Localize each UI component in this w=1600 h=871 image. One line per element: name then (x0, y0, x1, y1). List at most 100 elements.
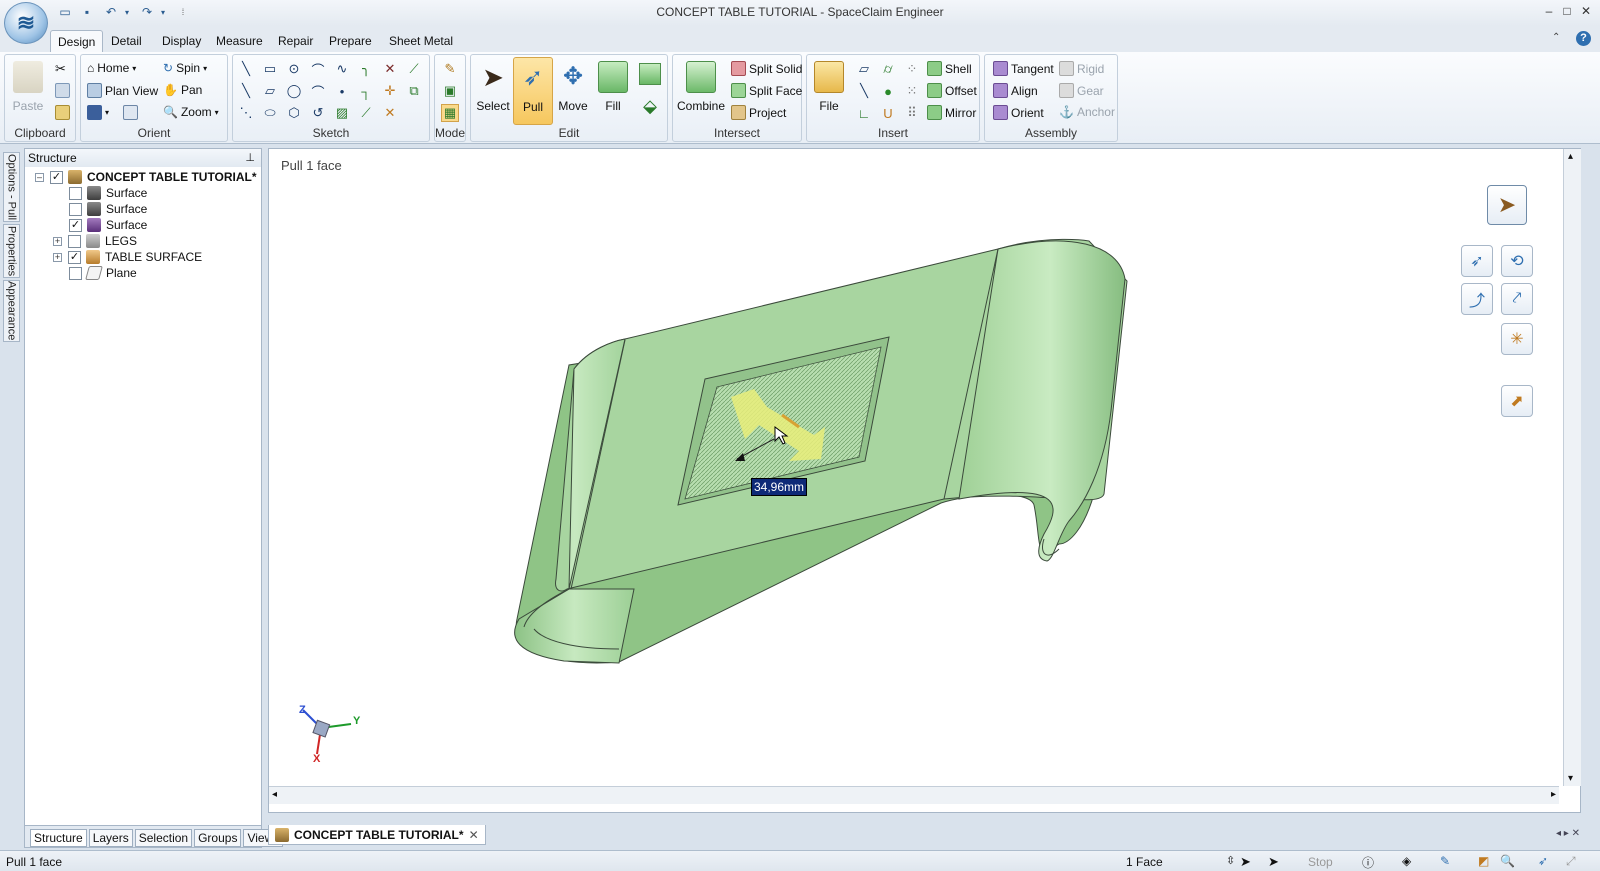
3d-viewport[interactable]: Pull 1 face 34,96mm ➤ ➶ ⟲ ⤴ ⤤ ✳ ⬈ Z Y X … (268, 148, 1581, 813)
point-icon[interactable]: • (333, 82, 351, 100)
offset-curve-icon[interactable]: ⟋ (405, 60, 423, 78)
draft-guide[interactable]: ⤤ (1501, 283, 1533, 315)
table-model[interactable] (269, 149, 1559, 785)
tab-sheet-metal[interactable]: Sheet Metal (382, 30, 460, 52)
combine-button[interactable]: Combine (677, 57, 725, 123)
rectangle-icon[interactable]: ▭ (261, 60, 279, 78)
tab-prepare[interactable]: Prepare (322, 30, 379, 52)
gear-button[interactable]: Gear (1059, 83, 1104, 98)
file-button[interactable]: File (809, 57, 849, 123)
spline-icon[interactable]: ∿ (333, 60, 351, 78)
tab-structure[interactable]: Structure (30, 829, 87, 847)
pull-status-icon[interactable]: ➶ (1538, 854, 1548, 868)
cylinder-icon[interactable]: ⌭ (879, 60, 897, 78)
close-button[interactable]: ✕ (1577, 2, 1595, 20)
select-tool-guide[interactable]: ➤ (1487, 185, 1527, 225)
tab-layers[interactable]: Layers (88, 829, 133, 847)
selection-count[interactable]: 1 Face (1126, 855, 1163, 869)
visibility-checkbox[interactable] (68, 234, 81, 248)
close-document-icon[interactable]: ✕ (469, 828, 479, 842)
visibility-checkbox[interactable]: ✓ (69, 218, 82, 232)
three-point-circle-icon[interactable]: ◯ (285, 82, 303, 100)
face-curve-icon[interactable]: ▨ (333, 104, 351, 122)
paste-button[interactable]: Paste (8, 57, 48, 123)
home-button[interactable]: ⌂ Home ▾ (87, 61, 136, 75)
help-icon[interactable]: ? (1576, 31, 1591, 46)
sketch-mode-icon[interactable]: ✎ (441, 60, 459, 78)
selection-filter-icon[interactable]: ⇳ (1226, 854, 1235, 867)
tree-row-table-surface[interactable]: + ✓ TABLE SURFACE (53, 249, 202, 265)
collapse-icon[interactable]: – (35, 172, 44, 182)
select-button[interactable]: ➤ Select (473, 57, 513, 123)
replace-icon[interactable]: ⬙ (639, 95, 661, 117)
visibility-checkbox[interactable]: ✓ (50, 170, 63, 184)
tab-selection[interactable]: Selection (134, 829, 193, 847)
polygon-icon[interactable]: ⬡ (285, 104, 303, 122)
tab-appearance[interactable]: Appearance (3, 280, 20, 342)
format-painter-icon[interactable] (55, 105, 70, 120)
plan-view-button[interactable]: Plan View (87, 83, 158, 98)
revolve-guide[interactable]: ⟲ (1501, 245, 1533, 277)
sketch-plane-icon[interactable]: ✎ (1440, 854, 1450, 868)
maximize-button[interactable]: □ (1558, 2, 1576, 20)
bend-icon[interactable]: ⟋ (357, 104, 375, 122)
scroll-down-icon[interactable]: ▾ (1568, 773, 1573, 784)
plane-insert-icon[interactable]: ▱ (855, 60, 873, 78)
measure-status-icon[interactable]: ⤢ (1566, 854, 1576, 869)
mirror-button[interactable]: Mirror (927, 105, 976, 120)
grid-pattern-icon[interactable]: ⠿ (903, 104, 921, 122)
sweep-arc-icon[interactable]: ↺ (309, 104, 327, 122)
section-mode-icon[interactable]: ▣ (441, 82, 459, 100)
smart-select-icon[interactable]: ➤ (1240, 854, 1251, 870)
circle-icon[interactable]: ⊙ (285, 60, 303, 78)
cut-icon[interactable]: ✂ (55, 61, 66, 77)
view-style-icon[interactable]: ◈ (1402, 854, 1411, 868)
sweep-guide[interactable]: ⤴ (1461, 283, 1493, 315)
scroll-left-icon[interactable]: ◂ (272, 789, 277, 800)
align-button[interactable]: Align (993, 83, 1038, 98)
project-button[interactable]: Project (731, 105, 786, 120)
view-cube-button[interactable]: ▾ (87, 105, 109, 120)
tree-row-legs[interactable]: + LEGS (53, 233, 137, 249)
polygon-rect-icon[interactable]: ▱ (261, 82, 279, 100)
corner-icon[interactable]: ┐ (357, 82, 375, 100)
axis-icon[interactable]: ╲ (855, 82, 873, 100)
pattern-icon[interactable]: ⁘ (903, 60, 921, 78)
tree-row-surface-2[interactable]: Surface (69, 201, 147, 217)
app-menu-button[interactable]: ≋ (4, 2, 48, 44)
display-style-icon[interactable]: ◩ (1478, 854, 1489, 868)
tangent-line-icon[interactable]: ╲ (237, 82, 255, 100)
pull-up-to-guide[interactable]: ⬈ (1501, 385, 1533, 417)
fill-button[interactable]: Fill (593, 57, 633, 123)
move-grid-icon[interactable]: ⧉ (405, 82, 423, 100)
sphere-icon[interactable]: ● (879, 82, 897, 100)
document-tab[interactable]: CONCEPT TABLE TUTORIAL* ✕ (268, 825, 486, 845)
origin-icon[interactable]: ∟ (855, 104, 873, 122)
document-nav-icons[interactable]: ◂ ▸ ✕ (1556, 828, 1580, 839)
expand-icon[interactable]: + (53, 252, 62, 262)
visibility-checkbox[interactable] (69, 186, 82, 200)
line-icon[interactable]: ╲ (237, 60, 255, 78)
spin-button[interactable]: ↻ Spin ▾ (163, 61, 207, 75)
tab-groups[interactable]: Groups (194, 829, 242, 847)
construction-line-icon[interactable]: ⋱ (237, 104, 255, 122)
pull-direction-guide[interactable]: ➶ (1461, 245, 1493, 277)
tab-detail[interactable]: Detail (104, 30, 149, 52)
tab-properties[interactable]: Properties (3, 224, 20, 278)
copy-icon[interactable] (55, 83, 70, 98)
tab-design[interactable]: Design (50, 30, 104, 52)
trim-icon[interactable]: ✕ (381, 60, 399, 78)
vertical-scrollbar[interactable]: ▴ ▾ (1563, 149, 1581, 786)
move-button[interactable]: ✥ Move (553, 57, 593, 123)
pan-button[interactable]: ✋ Pan (163, 83, 202, 97)
tree-row-surface-1[interactable]: Surface (69, 185, 147, 201)
tab-display[interactable]: Display (155, 30, 208, 52)
tree-row-surface-3[interactable]: ✓ Surface (69, 217, 147, 233)
shell-button[interactable]: Shell (927, 61, 972, 76)
3d-mode-icon[interactable]: ▦ (441, 104, 459, 122)
select-mode-icon[interactable]: ➤ (1268, 854, 1279, 870)
tangent-button[interactable]: Tangent (993, 61, 1054, 76)
tab-options-pull[interactable]: Options - Pull (3, 152, 20, 222)
dimension-input[interactable]: 34,96mm (751, 478, 808, 496)
rigid-button[interactable]: Rigid (1059, 61, 1104, 76)
